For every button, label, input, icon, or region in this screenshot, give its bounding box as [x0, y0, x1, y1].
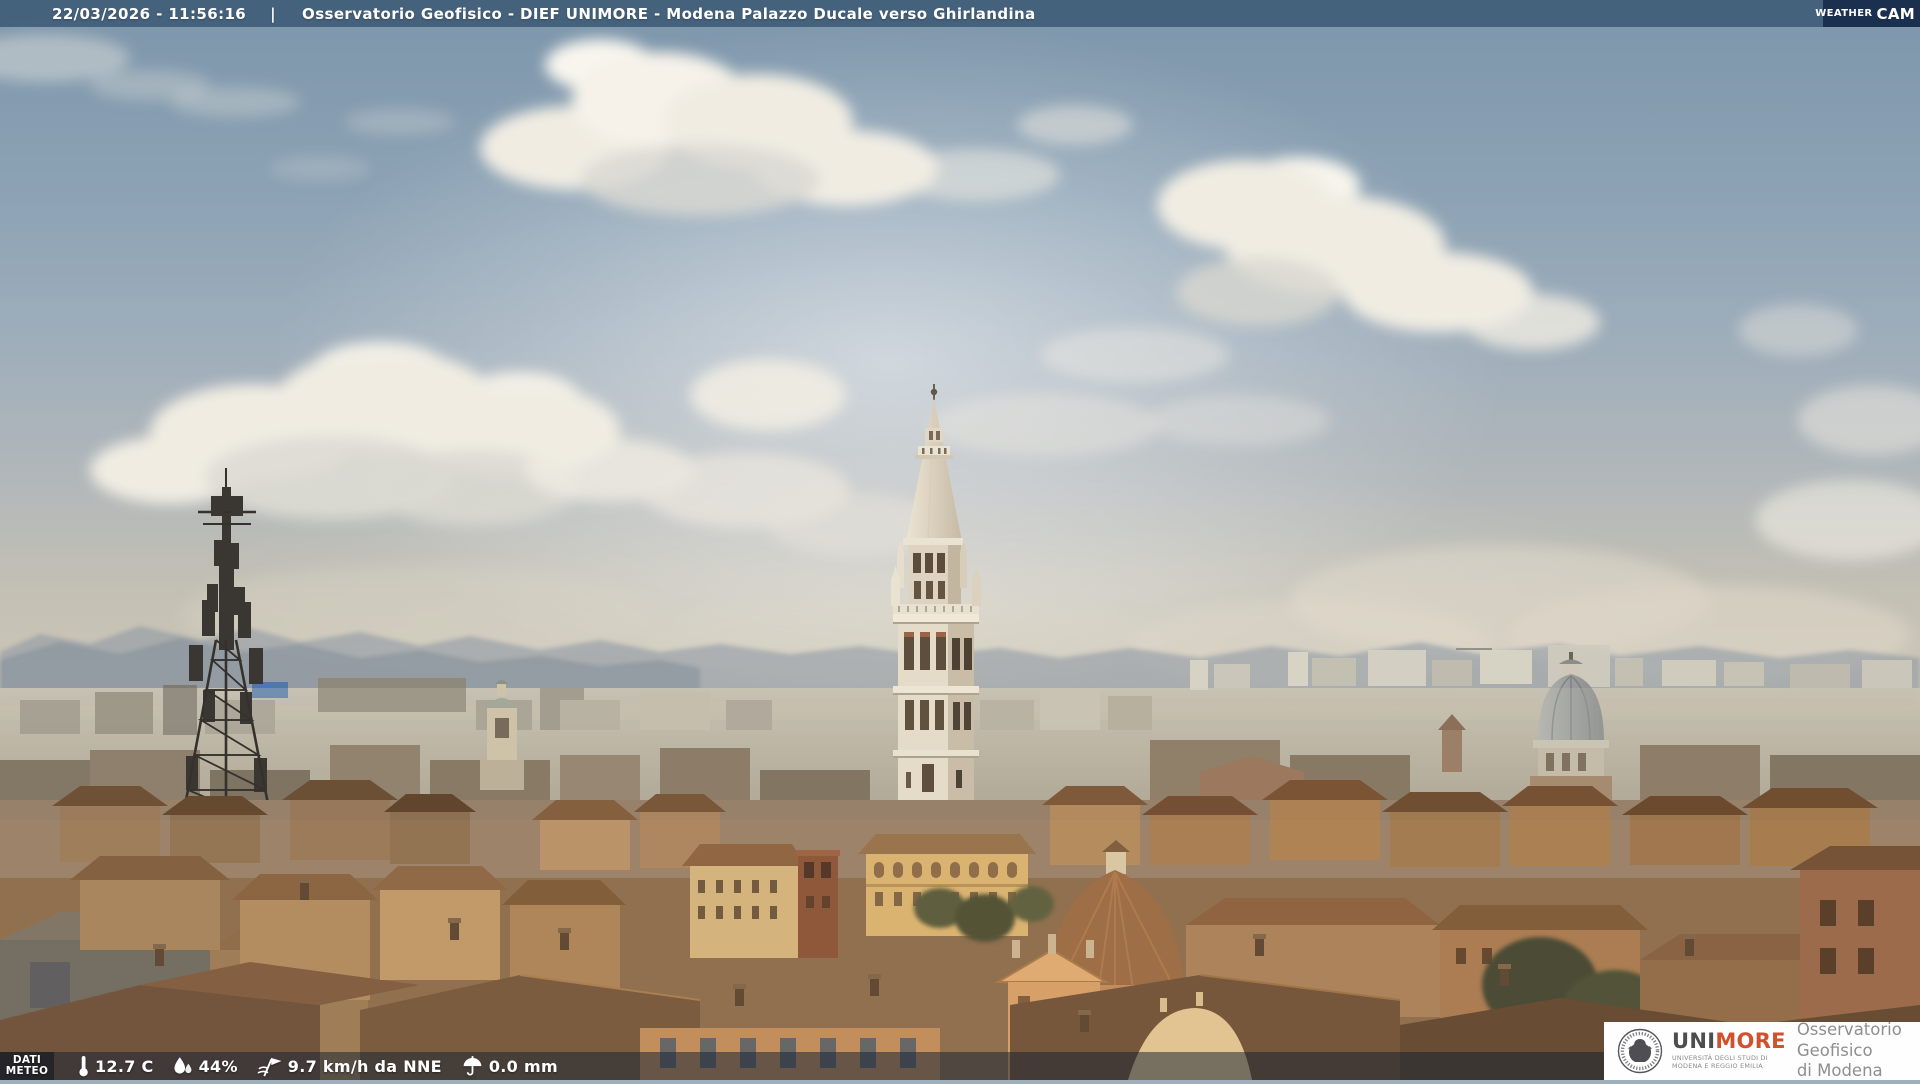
unimore-seal: [1617, 1028, 1663, 1074]
wind-value: 9.7 km/h da NNE: [287, 1056, 442, 1076]
webcam-page: { "header": { "timestamp": "22/03/2026 -…: [0, 0, 1920, 1080]
timestamp: 22/03/2026 - 11:56:16: [52, 4, 247, 23]
unimore-more: MORE: [1715, 1029, 1786, 1054]
humidity-drops-icon: [174, 1057, 192, 1074]
observatory-line2: di Modena: [1796, 1061, 1883, 1081]
modena-panorama: [0, 0, 1920, 1080]
wind-sock-icon: [257, 1057, 282, 1076]
top-info-bar: 22/03/2026 - 11:56:16 | Osservatorio Geo…: [0, 0, 1920, 27]
umbrella-icon: [463, 1056, 482, 1076]
unimore-branding-box: UNIMORE UNIVERSITÀ DEGLI STUDI DI MODENA…: [1604, 1020, 1920, 1082]
humidity-stat: 44%: [171, 1055, 238, 1077]
unimore-wordmark-block: UNIMORE UNIVERSITÀ DEGLI STUDI DI MODENA…: [1672, 1031, 1786, 1070]
observatory-name: Osservatorio Geofisico di Modena: [1797, 1020, 1920, 1082]
temperature-value: 12.7 C: [95, 1056, 154, 1076]
dati-label-line2: METEO: [5, 1065, 49, 1077]
separator: |: [270, 4, 277, 23]
rain-value: 0.0 mm: [488, 1056, 558, 1076]
weathercam-logo: Weather Cam: [1815, 0, 1920, 27]
weathercam-word1: Weather: [1815, 8, 1873, 19]
dati-meteo-label: DATI METEO: [0, 1052, 54, 1080]
unimore-wordmark: UNIMORE: [1672, 1031, 1786, 1052]
unimore-uni: UNI: [1672, 1029, 1716, 1054]
webcam-photo: [0, 0, 1920, 1080]
page-title: Osservatorio Geofisico - DIEF UNIMORE - …: [302, 4, 1036, 23]
humidity-value: 44%: [198, 1056, 238, 1076]
weathercam-word2: Cam: [1876, 4, 1915, 23]
wind-stat: 9.7 km/h da NNE: [257, 1055, 442, 1078]
university-line2: MODENA E REGGIO EMILIA: [1672, 1062, 1763, 1070]
observatory-line1: Osservatorio Geofisico: [1796, 1020, 1902, 1060]
university-subtitle: UNIVERSITÀ DEGLI STUDI DI MODENA E REGGI…: [1672, 1055, 1786, 1070]
thermometer-icon: [79, 1056, 88, 1077]
rain-stat: 0.0 mm: [461, 1055, 558, 1077]
temperature-stat: 12.7 C: [77, 1054, 154, 1078]
